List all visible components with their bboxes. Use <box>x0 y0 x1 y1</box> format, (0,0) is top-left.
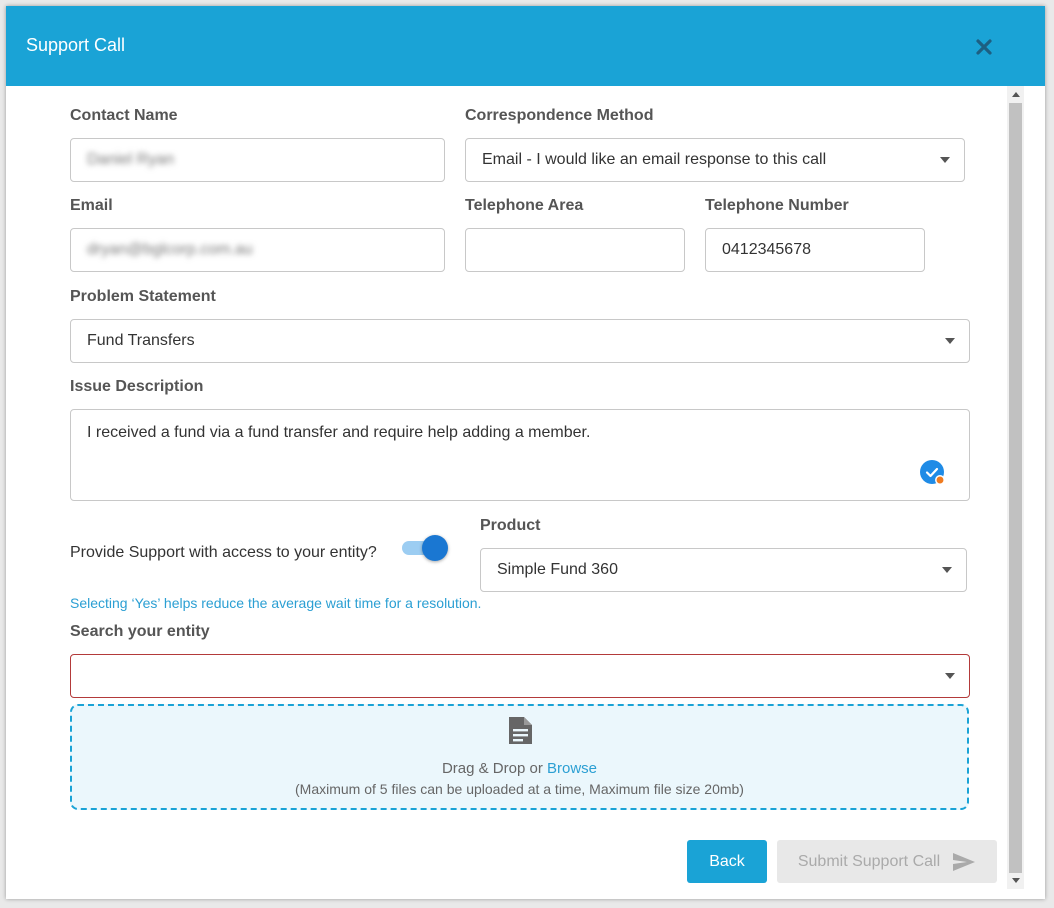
product-value: Simple Fund 360 <box>497 561 618 578</box>
email-label: Email <box>70 197 113 214</box>
dialog-title: Support Call <box>26 35 126 55</box>
issue-description-value: I received a fund via a fund transfer an… <box>87 424 591 441</box>
telephone-number-label: Telephone Number <box>705 197 849 214</box>
correspondence-method-select[interactable]: Email - I would like an email response t… <box>465 138 965 182</box>
email-input[interactable]: dryan@bglcorp.com.au <box>70 228 445 272</box>
support-call-dialog: Support Call Contact Name Daniel Ryan Co… <box>6 6 1045 899</box>
submit-support-call-button[interactable]: Submit Support Call <box>777 840 997 883</box>
scrollbar-thumb[interactable] <box>1009 103 1022 873</box>
email-value: dryan@bglcorp.com.au <box>87 241 253 258</box>
telephone-area-input[interactable] <box>465 228 685 272</box>
chevron-down-icon <box>940 157 950 163</box>
telephone-area-label: Telephone Area <box>465 197 584 214</box>
dropzone-text: Drag & Drop or Browse <box>72 760 967 777</box>
contact-name-value: Daniel Ryan <box>87 151 175 168</box>
product-label: Product <box>480 517 541 534</box>
send-icon <box>953 852 976 871</box>
chevron-down-icon <box>945 338 955 344</box>
support-access-hint: Selecting ‘Yes’ helps reduce the average… <box>70 595 482 611</box>
product-select[interactable]: Simple Fund 360 <box>480 548 967 592</box>
scroll-up-arrow-icon[interactable] <box>1012 92 1020 97</box>
back-button[interactable]: Back <box>687 840 767 883</box>
vertical-scrollbar[interactable] <box>1007 86 1024 889</box>
telephone-number-value: 0412345678 <box>722 241 811 258</box>
file-dropzone[interactable]: Drag & Drop or Browse (Maximum of 5 file… <box>70 704 969 810</box>
contact-name-label: Contact Name <box>70 107 178 124</box>
search-entity-label: Search your entity <box>70 623 210 640</box>
upload-limits-text: (Maximum of 5 files can be uploaded at a… <box>295 781 744 797</box>
spellcheck-icon[interactable] <box>920 460 945 485</box>
document-icon <box>506 716 534 746</box>
issue-description-textarea[interactable]: I received a fund via a fund transfer an… <box>70 409 970 501</box>
dialog-header: Support Call <box>6 6 1045 86</box>
close-icon[interactable] <box>972 35 996 59</box>
problem-statement-value: Fund Transfers <box>87 332 195 349</box>
support-access-label: Provide Support with access to your enti… <box>70 544 377 561</box>
search-entity-select[interactable] <box>70 654 970 698</box>
problem-statement-select[interactable]: Fund Transfers <box>70 319 970 363</box>
issue-description-label: Issue Description <box>70 378 204 395</box>
submit-button-label: Submit Support Call <box>797 852 941 870</box>
correspondence-method-value: Email - I would like an email response t… <box>482 151 827 168</box>
scroll-down-arrow-icon[interactable] <box>1012 878 1020 883</box>
back-button-label: Back <box>709 852 745 870</box>
chevron-down-icon <box>942 567 952 573</box>
contact-name-input[interactable]: Daniel Ryan <box>70 138 445 182</box>
drag-drop-text: Drag & Drop or <box>441 760 547 777</box>
problem-statement-label: Problem Statement <box>70 288 216 305</box>
browse-link[interactable]: Browse <box>547 760 597 777</box>
correspondence-method-label: Correspondence Method <box>465 107 654 124</box>
support-access-toggle-thumb[interactable] <box>422 535 448 561</box>
chevron-down-icon <box>945 673 955 679</box>
telephone-number-input[interactable]: 0412345678 <box>705 228 925 272</box>
